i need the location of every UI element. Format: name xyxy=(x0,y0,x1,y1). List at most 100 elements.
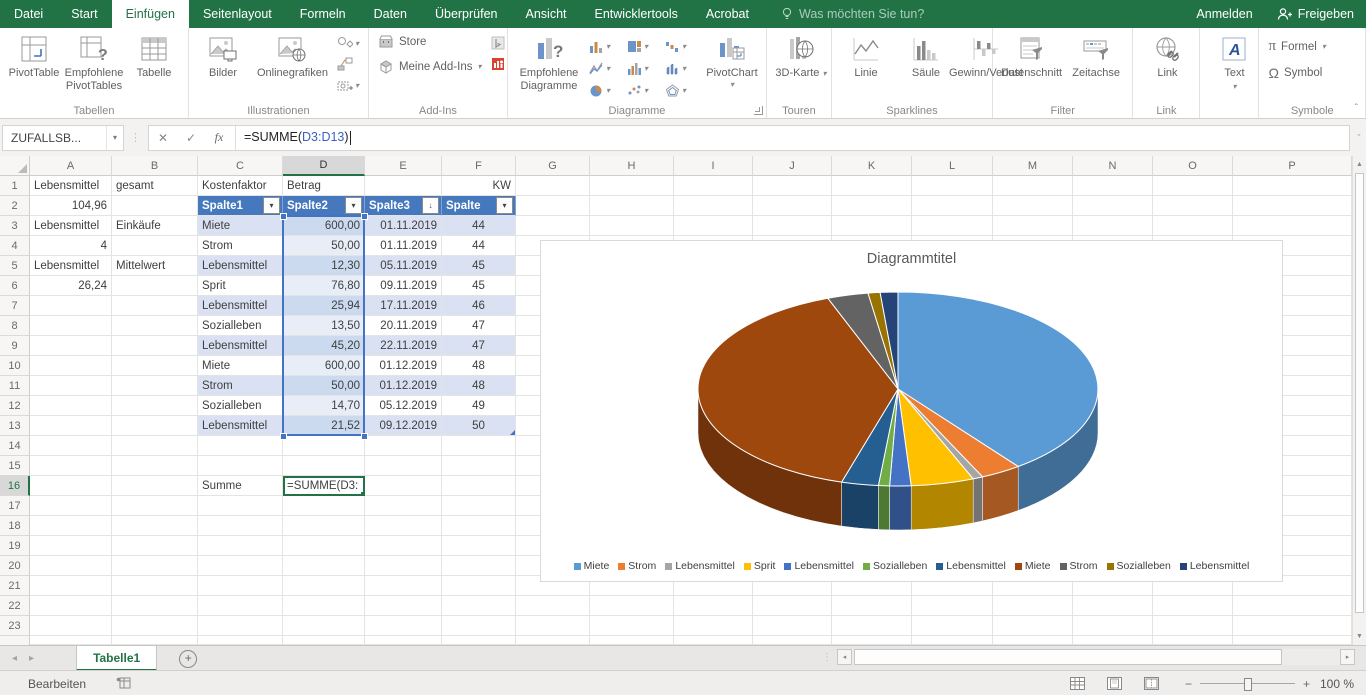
tab-split-handle[interactable]: ⋮ xyxy=(822,652,833,663)
cell-D18[interactable] xyxy=(283,516,365,536)
pivottable-button[interactable]: PivotTable xyxy=(5,31,63,82)
cell-F1[interactable]: KW xyxy=(442,176,516,196)
cell-B11[interactable] xyxy=(112,376,198,396)
cell-F11[interactable]: 48 xyxy=(442,376,516,396)
cell-F5[interactable]: 45 xyxy=(442,256,516,276)
insert-line-chart-button[interactable]: ▾ xyxy=(587,57,625,79)
cell-D19[interactable] xyxy=(283,536,365,556)
scroll-left-icon[interactable]: ◂ xyxy=(837,649,852,665)
cell-G23[interactable] xyxy=(516,616,590,636)
cell-F6[interactable]: 45 xyxy=(442,276,516,296)
screenshot-button[interactable]: ▾ xyxy=(335,77,361,93)
cell-D14[interactable] xyxy=(283,436,365,456)
cell-E14[interactable] xyxy=(365,436,442,456)
cell-N23[interactable] xyxy=(1073,616,1153,636)
cell-F4[interactable]: 44 xyxy=(442,236,516,256)
cell-K22[interactable] xyxy=(832,596,912,616)
insert-bar-chart-button[interactable]: ▾ xyxy=(625,57,663,79)
cell-E6[interactable]: 09.11.2019 xyxy=(365,276,442,296)
legend-item-2[interactable]: Lebensmittel xyxy=(665,560,735,572)
tab-ansicht[interactable]: Ansicht xyxy=(512,0,581,28)
cell-P1[interactable] xyxy=(1233,176,1352,196)
cell-F8[interactable]: 47 xyxy=(442,316,516,336)
cell-I22[interactable] xyxy=(674,596,753,616)
cell-I3[interactable] xyxy=(674,216,753,236)
cell-L2[interactable] xyxy=(912,196,993,216)
insert-3d-chart-button[interactable]: ▾ xyxy=(663,57,701,79)
filter-button-spalte2[interactable]: ▾ xyxy=(345,197,362,214)
cell-N2[interactable] xyxy=(1073,196,1153,216)
pivotchart-button[interactable]: PivotChart ▾ xyxy=(703,31,761,91)
onlinegrafiken-button[interactable]: Onlinegrafiken xyxy=(254,31,331,82)
row-header-14[interactable]: 14 xyxy=(0,436,30,456)
insert-function-button[interactable]: fx xyxy=(205,130,233,145)
cell-E4[interactable]: 01.11.2019 xyxy=(365,236,442,256)
vertical-scrollbar-thumb[interactable] xyxy=(1355,173,1364,613)
legend-item-10[interactable]: Lebensmittel xyxy=(1180,560,1250,572)
legend-item-3[interactable]: Sprit xyxy=(744,560,776,572)
scroll-down-icon[interactable]: ▼ xyxy=(1353,629,1366,644)
cell-M3[interactable] xyxy=(993,216,1073,236)
cell-B13[interactable] xyxy=(112,416,198,436)
cell-H1[interactable] xyxy=(590,176,674,196)
cell-D9[interactable]: 45,20 xyxy=(283,336,365,356)
cell-F13[interactable]: 50 xyxy=(442,416,516,436)
tab-formeln[interactable]: Formeln xyxy=(286,0,360,28)
tell-me-search[interactable]: Was möchten Sie tun? xyxy=(781,0,924,28)
meine-addins-button[interactable]: Meine Add-Ins ▾ xyxy=(374,56,486,77)
bilder-button[interactable]: Bilder xyxy=(194,31,252,82)
cell-B12[interactable] xyxy=(112,396,198,416)
cell-F3[interactable]: 44 xyxy=(442,216,516,236)
cell-E11[interactable]: 01.12.2019 xyxy=(365,376,442,396)
row-header-15[interactable]: 15 xyxy=(0,456,30,476)
freigeben-button[interactable]: Freigeben xyxy=(1265,0,1366,28)
formula-input[interactable]: =SUMME(D3:D13) xyxy=(238,130,351,145)
cell-H22[interactable] xyxy=(590,596,674,616)
cell-C8[interactable]: Sozialleben xyxy=(198,316,283,336)
cell-E13[interactable]: 09.12.2019 xyxy=(365,416,442,436)
row-header-17[interactable]: 17 xyxy=(0,496,30,516)
cell-B3[interactable]: Einkäufe xyxy=(112,216,198,236)
zoom-slider-thumb[interactable] xyxy=(1244,678,1252,691)
cell-C22[interactable] xyxy=(198,596,283,616)
enter-formula-button[interactable]: ✓ xyxy=(177,131,205,145)
row-header-18[interactable]: 18 xyxy=(0,516,30,536)
cell-F24[interactable] xyxy=(442,636,516,645)
row-header-9[interactable]: 9 xyxy=(0,336,30,356)
cell-B14[interactable] xyxy=(112,436,198,456)
cell-K23[interactable] xyxy=(832,616,912,636)
zoom-level[interactable]: 100 % xyxy=(1318,677,1354,691)
cell-J2[interactable] xyxy=(753,196,832,216)
cell-D10[interactable]: 600,00 xyxy=(283,356,365,376)
macro-record-icon[interactable] xyxy=(116,677,131,690)
cell-O2[interactable] xyxy=(1153,196,1233,216)
cell-E9[interactable]: 22.11.2019 xyxy=(365,336,442,356)
cell-D21[interactable] xyxy=(283,576,365,596)
cell-I24[interactable] xyxy=(674,636,753,645)
row-header-20[interactable]: 20 xyxy=(0,556,30,576)
empfohlene-pivottables-button[interactable]: ? Empfohlene PivotTables xyxy=(65,31,123,94)
column-header-B[interactable]: B xyxy=(112,156,198,176)
cell-D3[interactable]: 600,00 xyxy=(283,216,365,236)
cell-C19[interactable] xyxy=(198,536,283,556)
cell-J23[interactable] xyxy=(753,616,832,636)
cell-D11[interactable]: 50,00 xyxy=(283,376,365,396)
cell-J24[interactable] xyxy=(753,636,832,645)
smartart-button[interactable] xyxy=(335,56,361,72)
cell-P2[interactable] xyxy=(1233,196,1352,216)
horizontal-scrollbar-thumb[interactable] xyxy=(854,649,1282,665)
cell-C20[interactable] xyxy=(198,556,283,576)
formula-bar-resize-dots[interactable]: ⋮ xyxy=(124,131,148,144)
name-box-dropdown-icon[interactable]: ▾ xyxy=(106,126,123,150)
cell-B22[interactable] xyxy=(112,596,198,616)
scroll-up-icon[interactable]: ▲ xyxy=(1353,157,1366,172)
cell-H2[interactable] xyxy=(590,196,674,216)
cell-E12[interactable]: 05.12.2019 xyxy=(365,396,442,416)
cell-D8[interactable]: 13,50 xyxy=(283,316,365,336)
cell-B18[interactable] xyxy=(112,516,198,536)
cell-A8[interactable] xyxy=(30,316,112,336)
cell-C6[interactable]: Sprit xyxy=(198,276,283,296)
cell-D2[interactable]: Spalte2▾ xyxy=(283,196,365,216)
cell-E8[interactable]: 20.11.2019 xyxy=(365,316,442,336)
column-header-A[interactable]: A xyxy=(30,156,112,176)
